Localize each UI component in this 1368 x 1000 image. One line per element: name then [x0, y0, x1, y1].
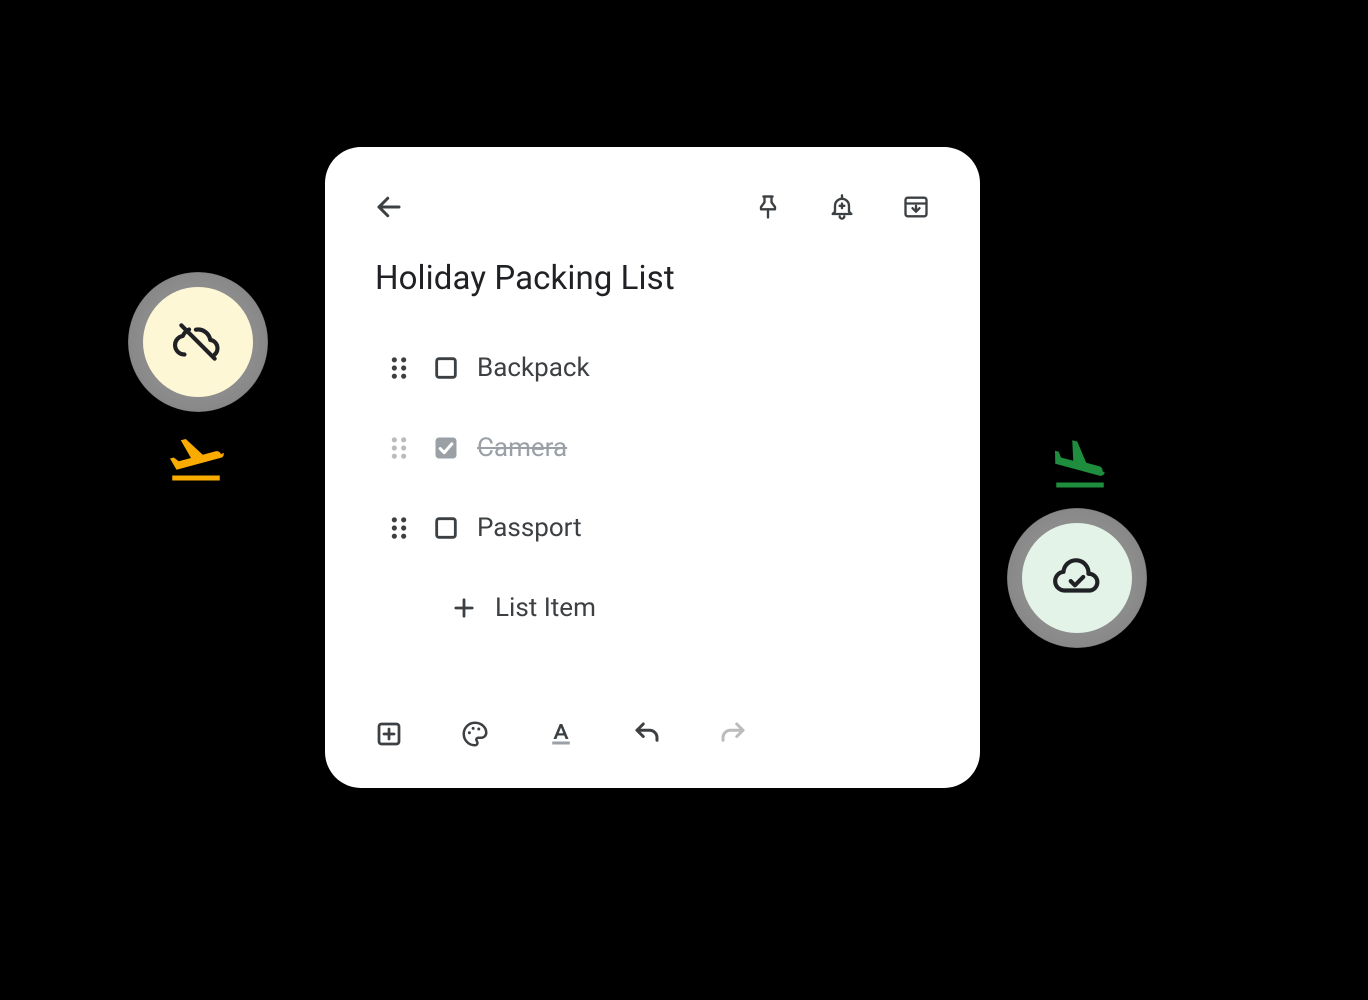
undo-button[interactable]: [623, 710, 671, 758]
drag-indicator-icon: [388, 434, 410, 462]
palette-button[interactable]: [451, 710, 499, 758]
redo-icon: [718, 719, 748, 749]
note-title[interactable]: Holiday Packing List: [375, 259, 940, 298]
offline-chip-inner: [143, 287, 253, 397]
pin-icon: [754, 193, 782, 221]
text-format-button[interactable]: [537, 710, 585, 758]
list-item: Backpack: [383, 328, 940, 408]
flight-takeoff-icon: [166, 428, 226, 492]
item-label[interactable]: Camera: [477, 433, 567, 463]
drag-indicator-icon: [388, 354, 410, 382]
add-list-item[interactable]: List Item: [383, 568, 940, 648]
item-label[interactable]: Passport: [477, 513, 582, 543]
pin-button[interactable]: [744, 183, 792, 231]
flight-land-icon: [1050, 435, 1110, 499]
text-format-icon: [546, 719, 576, 749]
checkbox-unchecked-icon: [432, 354, 460, 382]
synced-chip: [1007, 508, 1147, 648]
checkbox-unchecked-icon: [432, 514, 460, 542]
list-item: Camera: [383, 408, 940, 488]
add-box-icon: [374, 719, 404, 749]
drag-handle[interactable]: [383, 354, 415, 382]
archive-button[interactable]: [892, 183, 940, 231]
drag-handle[interactable]: [383, 514, 415, 542]
checkbox[interactable]: [415, 434, 477, 462]
note-bottom-bar: [365, 710, 757, 758]
checkbox[interactable]: [415, 514, 477, 542]
note-topbar: [365, 183, 940, 231]
checklist: Backpack Camera: [365, 328, 940, 648]
redo-button[interactable]: [709, 710, 757, 758]
plus-icon: [450, 594, 478, 622]
drag-handle[interactable]: [383, 434, 415, 462]
item-label[interactable]: Backpack: [477, 353, 590, 383]
add-box-button[interactable]: [365, 710, 413, 758]
offline-chip: [128, 272, 268, 412]
arrow-back-icon: [374, 192, 404, 222]
list-item: Passport: [383, 488, 940, 568]
checkbox[interactable]: [415, 354, 477, 382]
drag-indicator-icon: [388, 514, 410, 542]
checkbox-checked-icon: [432, 434, 460, 462]
add-item-placeholder: List Item: [495, 593, 596, 623]
back-button[interactable]: [365, 183, 413, 231]
bell-add-icon: [828, 193, 856, 221]
reminder-button[interactable]: [818, 183, 866, 231]
cloud-off-icon: [173, 317, 223, 367]
undo-icon: [632, 719, 662, 749]
cloud-done-icon: [1052, 553, 1102, 603]
synced-chip-inner: [1022, 523, 1132, 633]
archive-icon: [902, 193, 930, 221]
note-card: Holiday Packing List Backpack: [325, 147, 980, 788]
palette-icon: [460, 719, 490, 749]
